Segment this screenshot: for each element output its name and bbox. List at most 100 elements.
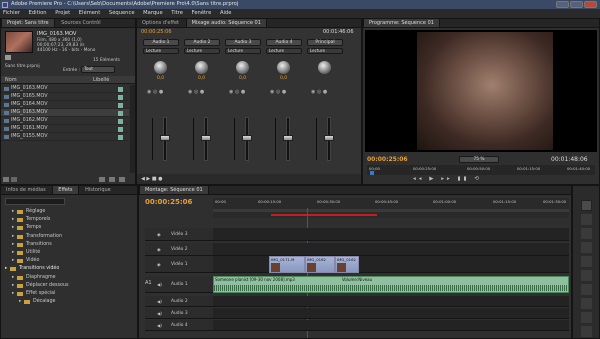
disclosure-arrow-icon[interactable]: ▸ <box>12 257 14 265</box>
track-eye-icon[interactable]: ◀) <box>157 323 162 328</box>
play-thumbnail-icon[interactable] <box>5 55 11 60</box>
zoom-select[interactable]: 75 % <box>459 156 499 163</box>
track-body[interactable] <box>213 296 569 306</box>
list-view-icon[interactable] <box>3 177 9 182</box>
tab-sources[interactable]: Sources Contrôl <box>56 19 105 27</box>
track-eye-icon[interactable]: ◉ <box>157 247 161 252</box>
channel-toggles[interactable]: ◉ ◎ ● <box>229 89 245 95</box>
zoom-tool-icon[interactable] <box>581 326 592 337</box>
entries-select[interactable]: Tout <box>81 66 115 73</box>
effects-list-item[interactable]: ▸ Transformation <box>5 233 131 241</box>
track-body[interactable] <box>213 243 569 255</box>
automation-mode-select[interactable]: Lecture <box>266 48 302 54</box>
disclosure-arrow-icon[interactable]: ▸ <box>12 233 14 241</box>
disclosure-arrow-icon[interactable]: ▸ <box>12 208 14 216</box>
work-area-bar[interactable] <box>213 209 569 212</box>
disclosure-arrow-icon[interactable]: ▸ <box>12 216 14 224</box>
tab-sequence[interactable]: Montage: Séquence 01 <box>139 186 209 194</box>
new-item-icon[interactable] <box>109 177 115 182</box>
effects-list-item[interactable]: ▸ Réglage <box>5 208 131 216</box>
video-clip[interactable]: IMG_0171.M <box>269 256 305 273</box>
track-body[interactable] <box>213 256 569 272</box>
list-item[interactable]: IMG_0162.MOV <box>1 117 129 125</box>
track-eye-icon[interactable]: ◀) <box>157 282 162 287</box>
rolling-edit-tool-icon[interactable] <box>581 242 592 253</box>
video-clip[interactable]: IMG_0162 <box>305 256 335 273</box>
program-transport[interactable]: ◂◂ ▶ ▸▸ ▮▮ ⟲ <box>413 176 553 184</box>
effects-list-item[interactable]: ▸ Temporels <box>5 216 131 224</box>
effects-list-item[interactable]: ▸ Déplacer dessous <box>5 282 131 290</box>
automation-mode-select[interactable]: Lecture <box>184 48 220 54</box>
list-item[interactable]: IMG_0161.MOV <box>1 125 129 133</box>
effects-list-item[interactable]: ▸ Vidéo <box>5 257 131 265</box>
automation-mode-select[interactable]: Lecture <box>307 48 343 54</box>
effects-list-item[interactable]: ▸ Utilité <box>5 249 131 257</box>
pan-knob[interactable] <box>154 61 167 74</box>
timeline-timecode[interactable]: 00:00:25:06 <box>145 198 192 206</box>
channel-toggles[interactable]: ◉ ◎ ● <box>147 89 163 95</box>
track-target-label[interactable]: A1 <box>145 280 152 286</box>
track-eye-icon[interactable]: ◀) <box>157 311 162 316</box>
trash-icon[interactable] <box>119 177 125 182</box>
list-item[interactable]: IMG_0164.MOV <box>1 101 129 109</box>
channel-name-button[interactable]: Principal <box>307 39 343 46</box>
track-eye-icon[interactable]: ◀) <box>157 299 162 304</box>
audio-clip[interactable]: Someone planist [09-30 nov 2008].mp3 Vol… <box>213 276 569 293</box>
mixer-timecode-right[interactable]: 00:01:46:06 <box>323 29 354 35</box>
menu-aide[interactable]: Aide <box>220 10 231 16</box>
list-item[interactable]: IMG_0163.MOV <box>1 85 129 93</box>
menu-projet[interactable]: Projet <box>55 10 70 16</box>
track-eye-icon[interactable]: ◉ <box>157 232 161 237</box>
close-button[interactable] <box>584 1 597 8</box>
effects-search-input[interactable] <box>5 198 65 205</box>
disclosure-arrow-icon[interactable]: ▸ <box>12 241 14 249</box>
video-clip[interactable]: IMG_0162 <box>335 256 359 273</box>
list-scrollbar[interactable] <box>130 85 135 173</box>
transport-play-icon[interactable]: ◀ ▶ ■ ● <box>141 176 163 182</box>
tab-audio-mixer[interactable]: Mixage audio: Séquence 01 <box>185 19 267 27</box>
disclosure-arrow-icon[interactable]: ▸ <box>12 224 14 232</box>
list-item[interactable]: IMG_0163.MOV <box>1 109 129 117</box>
track-eye-icon[interactable]: ◉ <box>157 262 161 267</box>
col-label[interactable]: Libellé <box>93 77 109 83</box>
track-body[interactable] <box>213 320 569 330</box>
mixer-timecode-left[interactable]: 00:00:25:06 <box>141 29 172 35</box>
pan-knob[interactable] <box>195 61 208 74</box>
effects-list-item[interactable]: ▸ Transitions vidéo <box>5 265 131 273</box>
col-name[interactable]: Nom <box>5 77 17 83</box>
program-ruler[interactable]: 00;00 00:00:25:00 00:00:50:00 00:01:15:0… <box>367 165 595 175</box>
timeline-ruler[interactable]: 00:00 00:00:15:00 00:00:30:00 00:00:45:0… <box>213 198 569 218</box>
effects-list-item[interactable]: ▸ Temps <box>5 224 131 232</box>
list-item[interactable]: IMG_0155.MOV <box>1 133 129 141</box>
pan-knob[interactable] <box>277 61 290 74</box>
ripple-edit-tool-icon[interactable] <box>581 228 592 239</box>
track-select-tool-icon[interactable] <box>581 214 592 225</box>
tab-effects[interactable]: Effets <box>52 186 79 194</box>
effects-list-item[interactable]: ▸ Décalage <box>5 298 131 306</box>
effects-list-item[interactable]: ▸ Transitions <box>5 241 131 249</box>
playhead-icon[interactable] <box>370 171 374 175</box>
slip-tool-icon[interactable] <box>581 284 592 295</box>
fader-handle[interactable] <box>283 135 293 141</box>
disclosure-arrow-icon[interactable]: ▸ <box>5 265 7 273</box>
automation-mode-select[interactable]: Lecture <box>143 48 179 54</box>
menu-sequence[interactable]: Séquence <box>109 10 135 16</box>
track-body[interactable] <box>213 308 569 318</box>
pan-knob[interactable] <box>236 61 249 74</box>
disclosure-arrow-icon[interactable]: ▸ <box>12 274 14 282</box>
menu-element[interactable]: Elément <box>79 10 100 16</box>
pan-knob[interactable] <box>318 61 331 74</box>
effects-list-item[interactable]: ▸ Effet spécial <box>5 290 131 298</box>
effects-list-item[interactable]: ▸ Diaphragme <box>5 274 131 282</box>
disclosure-arrow-icon[interactable]: ▸ <box>19 298 21 306</box>
pen-tool-icon[interactable] <box>581 298 592 309</box>
menu-fichier[interactable]: Fichier <box>3 10 20 16</box>
track-body[interactable] <box>213 228 569 240</box>
automation-mode-select[interactable]: Lecture <box>225 48 261 54</box>
menu-edition[interactable]: Edition <box>29 10 47 16</box>
channel-toggles[interactable]: ◉ ◎ ● <box>188 89 204 95</box>
fader-handle[interactable] <box>160 135 170 141</box>
tab-project[interactable]: Projet: Sans titre <box>1 19 55 27</box>
maximize-button[interactable] <box>570 1 583 8</box>
rate-stretch-tool-icon[interactable] <box>581 256 592 267</box>
